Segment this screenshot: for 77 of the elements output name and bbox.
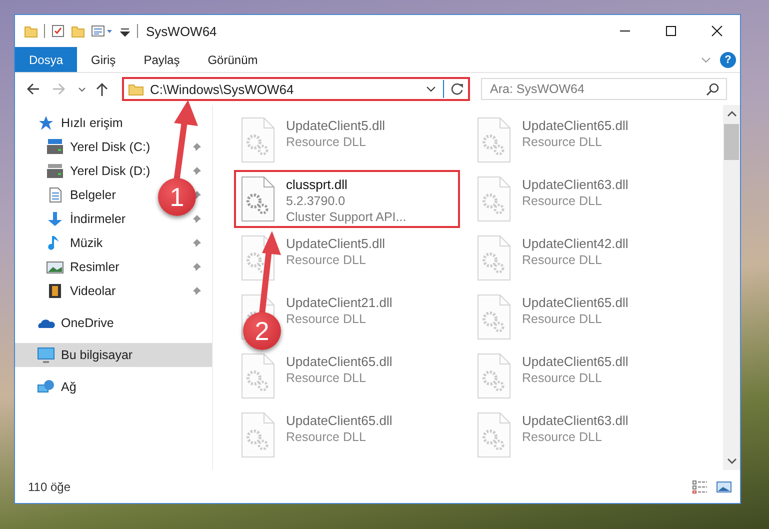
file-name: clussprt.dll bbox=[286, 177, 348, 193]
dll-file-icon bbox=[476, 294, 512, 340]
help-button[interactable]: ? bbox=[720, 52, 736, 68]
file-detail: Resource DLL bbox=[286, 370, 367, 386]
nav-item[interactable]: Yerel Disk (C:) bbox=[15, 135, 154, 159]
nav-item[interactable]: Hızlı erişim bbox=[15, 111, 212, 135]
nav-item[interactable]: Belgeler bbox=[15, 183, 120, 207]
file-name: UpdateClient5.dll bbox=[286, 236, 386, 252]
file-detail: Cluster Support API... bbox=[286, 209, 406, 225]
file-detail: Resource DLL bbox=[522, 193, 603, 209]
close-icon bbox=[711, 25, 723, 37]
dll-file-icon bbox=[240, 176, 276, 222]
file-name: UpdateClient65.dll bbox=[522, 118, 628, 134]
file-detail: Resource DLL bbox=[522, 252, 603, 268]
file-detail: Resource DLL bbox=[522, 134, 603, 150]
dll-file-icon bbox=[476, 117, 512, 163]
dll-file-icon bbox=[476, 235, 512, 281]
file-detail: 5.2.3790.0 bbox=[286, 193, 346, 209]
maximize-icon bbox=[665, 25, 677, 37]
nav-item[interactable]: Ağ bbox=[15, 375, 212, 399]
details-view-icon[interactable] bbox=[692, 480, 708, 494]
dll-file-icon bbox=[476, 412, 512, 458]
drive-icon bbox=[46, 163, 64, 179]
scroll-up-icon[interactable] bbox=[726, 110, 736, 118]
nav-item[interactable]: Bu bilgisayar bbox=[15, 343, 212, 367]
file-name: UpdateClient65.dll bbox=[522, 354, 628, 370]
pictures-icon bbox=[46, 259, 64, 275]
nav-item[interactable]: İndirmeler bbox=[15, 207, 130, 231]
file-name: UpdateClient65.dll bbox=[286, 354, 392, 370]
dll-file-icon bbox=[240, 412, 276, 458]
star-icon bbox=[37, 115, 55, 131]
address-bar[interactable]: C:\Windows\SysWOW64 bbox=[122, 77, 470, 101]
nav-item[interactable]: Yerel Disk (D:) bbox=[15, 159, 154, 183]
minimize-icon bbox=[619, 30, 631, 32]
scrollbar-thumb[interactable] bbox=[724, 124, 739, 160]
computer-icon bbox=[37, 347, 55, 363]
ribbon-tab[interactable]: Görünüm bbox=[194, 47, 272, 72]
file-detail: Resource DLL bbox=[522, 311, 603, 327]
item-count: 110 öğe bbox=[28, 480, 70, 494]
system-drive-icon bbox=[46, 139, 64, 155]
window-title: SysWOW64 bbox=[146, 24, 217, 38]
nav-item[interactable]: Müzik bbox=[15, 231, 107, 255]
properties-icon[interactable] bbox=[91, 24, 113, 38]
file-detail: Resource DLL bbox=[286, 311, 367, 327]
checklist-icon[interactable] bbox=[51, 24, 65, 38]
file-name: UpdateClient42.dll bbox=[522, 236, 628, 252]
search-field[interactable]: Ara: SysWOW64 bbox=[481, 78, 727, 100]
ribbon-tab[interactable]: Dosya bbox=[15, 47, 78, 72]
file-detail: Resource DLL bbox=[286, 252, 367, 268]
videos-icon bbox=[46, 283, 64, 299]
file-detail: Resource DLL bbox=[286, 134, 367, 150]
up-arrow-icon[interactable] bbox=[94, 81, 110, 97]
dll-file-icon bbox=[476, 176, 512, 222]
file-name: UpdateClient5.dll bbox=[286, 118, 386, 134]
file-name: UpdateClient21.dll bbox=[286, 295, 392, 311]
nav-item[interactable]: Resimler bbox=[15, 255, 124, 279]
ribbon-tab[interactable]: Paylaş bbox=[130, 47, 194, 72]
file-name: UpdateClient65.dll bbox=[522, 295, 628, 311]
back-arrow-icon[interactable] bbox=[25, 81, 41, 97]
file-detail: Resource DLL bbox=[286, 429, 367, 445]
ribbon-tab[interactable]: Giriş bbox=[77, 47, 130, 72]
nav-item[interactable]: Videolar bbox=[15, 279, 120, 303]
file-detail: Resource DLL bbox=[522, 370, 603, 386]
network-icon bbox=[37, 379, 55, 395]
search-icon bbox=[706, 82, 720, 96]
large-icons-view-icon[interactable] bbox=[716, 480, 732, 494]
file-name: UpdateClient65.dll bbox=[286, 413, 392, 429]
file-name: UpdateClient63.dll bbox=[522, 177, 628, 193]
dll-file-icon bbox=[240, 353, 276, 399]
file-detail: Resource DLL bbox=[522, 429, 603, 445]
nav-item[interactable]: OneDrive bbox=[15, 311, 212, 335]
dll-file-icon bbox=[476, 353, 512, 399]
dll-file-icon bbox=[240, 117, 276, 163]
scroll-down-icon[interactable] bbox=[726, 457, 736, 465]
file-name: UpdateClient63.dll bbox=[522, 413, 628, 429]
downloads-icon bbox=[46, 211, 64, 227]
scrollbar[interactable] bbox=[723, 105, 740, 470]
